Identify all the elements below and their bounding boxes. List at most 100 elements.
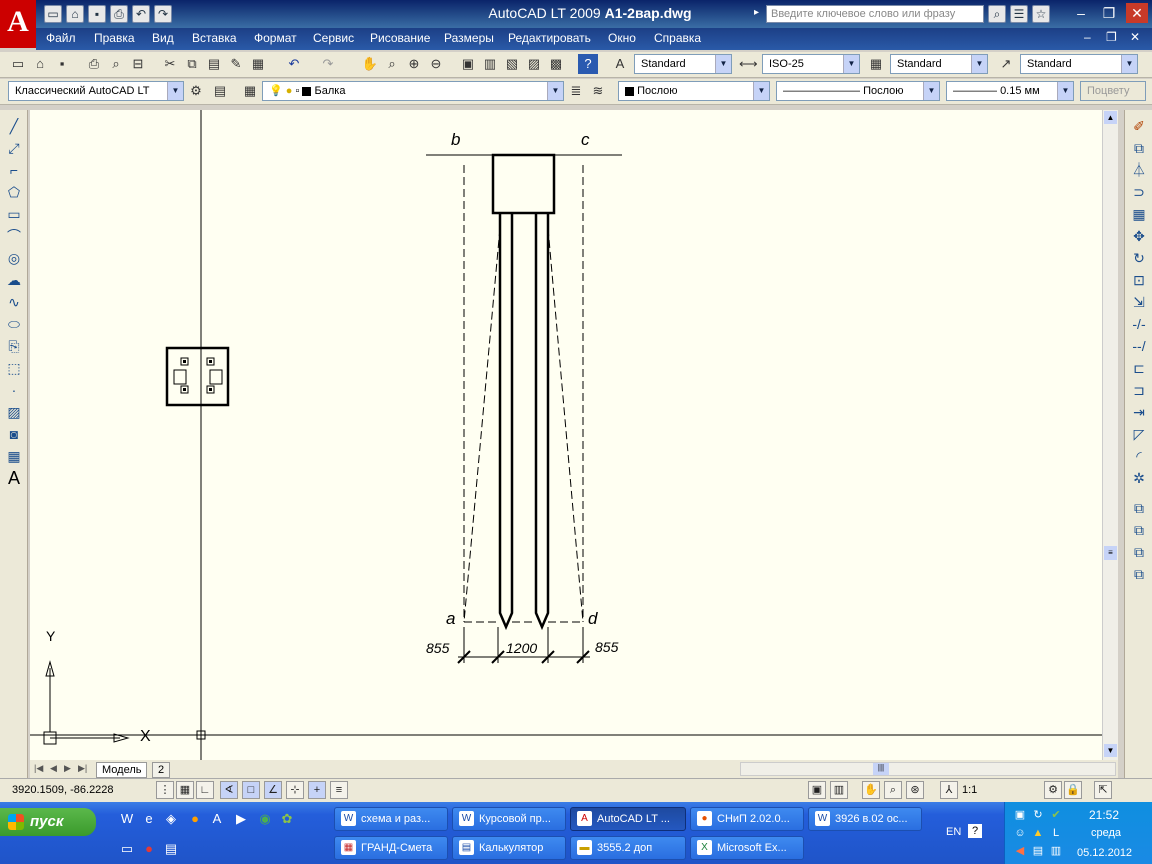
line-icon[interactable]: ╱ [4,116,24,136]
communication-center-icon[interactable]: ☰ [1010,5,1028,23]
arc-icon[interactable]: ⌒ [4,226,24,246]
clean-screen-icon[interactable]: ⇱ [1094,781,1112,799]
search-expand-icon[interactable]: ▸ [754,7,759,18]
table-icon[interactable]: ▦ [4,446,24,466]
fillet-icon[interactable]: ◜ [1129,446,1149,466]
construction-line-icon[interactable]: ⤢ [4,138,24,158]
close-button[interactable]: ✕ [1126,3,1148,23]
task-button[interactable]: W Курсовой пр... [452,807,566,831]
my-workspace-icon[interactable]: ▤ [210,81,230,101]
redo-toolbar-icon[interactable]: ↷ [318,54,338,74]
menu-edit[interactable]: Правка [94,31,135,45]
polygon-icon[interactable]: ⬠ [4,182,24,202]
help-tray-icon[interactable]: ? [968,824,982,838]
zoom-previous-icon[interactable]: ⊖ [426,54,446,74]
dim-style-combo[interactable]: ISO-25 ▼ [762,54,860,74]
sheet-set-icon[interactable]: ▨ [524,54,544,74]
tool-palettes-icon[interactable]: ▧ [502,54,522,74]
bring-above-icon[interactable]: ⧉ [1129,542,1149,562]
color-combo[interactable]: Послою ▼ [618,81,770,101]
menu-help[interactable]: Справка [654,31,701,45]
task-button[interactable]: ▤ Калькулятор [452,836,566,860]
ortho-icon[interactable]: ∟ [196,781,214,799]
doc-restore-button[interactable]: ❐ [1106,30,1117,44]
toolbar-lock-icon[interactable]: 🔒 [1064,781,1082,799]
menu-draw[interactable]: Рисование [370,31,430,45]
menu-insert[interactable]: Вставка [192,31,237,45]
quicklaunch-media-icon[interactable]: ◈ [162,810,180,828]
drawing-canvas[interactable]: b c a d 855 1200 855 Y X [30,110,1102,760]
annotation-scale-icon[interactable]: ⅄ [940,781,958,799]
hscroll-thumb[interactable]: ||| [873,763,889,775]
open-file-icon[interactable]: ⌂ [30,54,50,74]
send-under-icon[interactable]: ⧉ [1129,564,1149,584]
coordinates-readout[interactable]: 3920.1509, -86.2228 [12,784,114,796]
offset-icon[interactable]: ⊃ [1129,182,1149,202]
erase-icon[interactable]: ✐ [1129,116,1149,136]
plot-icon[interactable]: ⎙ [84,54,104,74]
task-button[interactable]: W 3926 в.02 ос... [808,807,922,831]
draw-order-front-icon[interactable]: ⧉ [1129,498,1149,518]
scroll-up-icon[interactable]: ▲ [1104,111,1117,124]
plot-preview-icon[interactable]: ⌕ [106,54,126,74]
search-icon[interactable]: ⌕ [988,5,1006,23]
help-search-input[interactable]: Введите ключевое слово или фразу [766,5,984,23]
grid-icon[interactable]: ▦ [176,781,194,799]
model-space-icon[interactable]: ▣ [808,781,826,799]
trim-icon[interactable]: -/- [1129,314,1149,334]
tray-display-icon[interactable]: ▤ [1031,844,1045,858]
chamfer-icon[interactable]: ◸ [1129,424,1149,444]
menu-modify[interactable]: Редактировать [508,31,591,45]
quicklaunch-opera-icon[interactable]: ● [140,840,158,858]
workspace-settings-icon[interactable]: ⚙ [186,81,206,101]
tray-update-icon[interactable]: L [1049,826,1063,840]
pan-status-icon[interactable]: ✋ [862,781,880,799]
clock-time[interactable]: 21:52 [1089,808,1119,822]
extend-icon[interactable]: --/ [1129,336,1149,356]
explode-icon[interactable]: ✲ [1129,468,1149,488]
save-icon[interactable]: ▪ [88,5,106,23]
doc-close-button[interactable]: ✕ [1130,30,1140,44]
design-center-icon[interactable]: ▥ [480,54,500,74]
scale-icon[interactable]: ⊡ [1129,270,1149,290]
layer-previous-icon[interactable]: ≋ [588,81,608,101]
tab-nav-first-icon[interactable]: |◀ [34,763,43,774]
stretch-icon[interactable]: ⇲ [1129,292,1149,312]
copy-object-icon[interactable]: ⧉ [1129,138,1149,158]
qnew-icon[interactable]: ▭ [8,54,28,74]
menu-view[interactable]: Вид [152,31,174,45]
tab-nav-last-icon[interactable]: ▶| [78,763,87,774]
block-editor-icon[interactable]: ▦ [248,54,268,74]
layer-combo[interactable]: 💡 ● ▫ Балка ▼ [262,81,564,101]
task-button[interactable]: ▦ ГРАНД-Смета [334,836,448,860]
tray-shield-icon[interactable]: ✔ [1049,808,1063,822]
workspace-combo[interactable]: Классический AutoCAD LT ▼ [8,81,184,101]
quicklaunch-firefox-icon[interactable]: ● [186,810,204,828]
task-button[interactable]: X Microsoft Ex... [690,836,804,860]
quicklaunch-word-icon[interactable]: W [118,810,136,828]
tab-layout-2[interactable]: 2 [152,762,171,778]
lineweight-combo[interactable]: ———— 0.15 мм ▼ [946,81,1074,101]
horizontal-scrollbar[interactable]: ||| [740,762,1116,776]
task-button-active[interactable]: A AutoCAD LT ... [570,807,686,831]
tray-security-icon[interactable]: ▲ [1031,826,1045,840]
multiline-text-icon[interactable]: A [4,468,24,488]
match-properties-icon[interactable]: ✎ [226,54,246,74]
dynamic-input-icon[interactable]: + [308,781,326,799]
minimize-button[interactable]: – [1070,3,1092,23]
join-icon[interactable]: ⇥ [1129,402,1149,422]
lineweight-display-icon[interactable]: ≡ [330,781,348,799]
print-icon[interactable]: ⎙ [110,5,128,23]
dim-style-icon[interactable]: ⟷ [738,54,758,74]
tray-usb-icon[interactable]: ▥ [1049,844,1063,858]
quick-view-layouts-icon[interactable]: ▥ [830,781,848,799]
steering-wheel-icon[interactable]: ⊛ [906,781,924,799]
quicklaunch-flower-icon[interactable]: ✿ [278,810,296,828]
doc-minimize-button[interactable]: – [1084,30,1091,44]
favorites-icon[interactable]: ☆ [1032,5,1050,23]
save-file-icon[interactable]: ▪ [52,54,72,74]
task-button[interactable]: ● СНиП 2.02.0... [690,807,804,831]
layer-manager-icon[interactable]: ▦ [240,81,260,101]
menu-file[interactable]: Файл [46,31,76,45]
quicklaunch-player-icon[interactable]: ▶ [232,810,250,828]
